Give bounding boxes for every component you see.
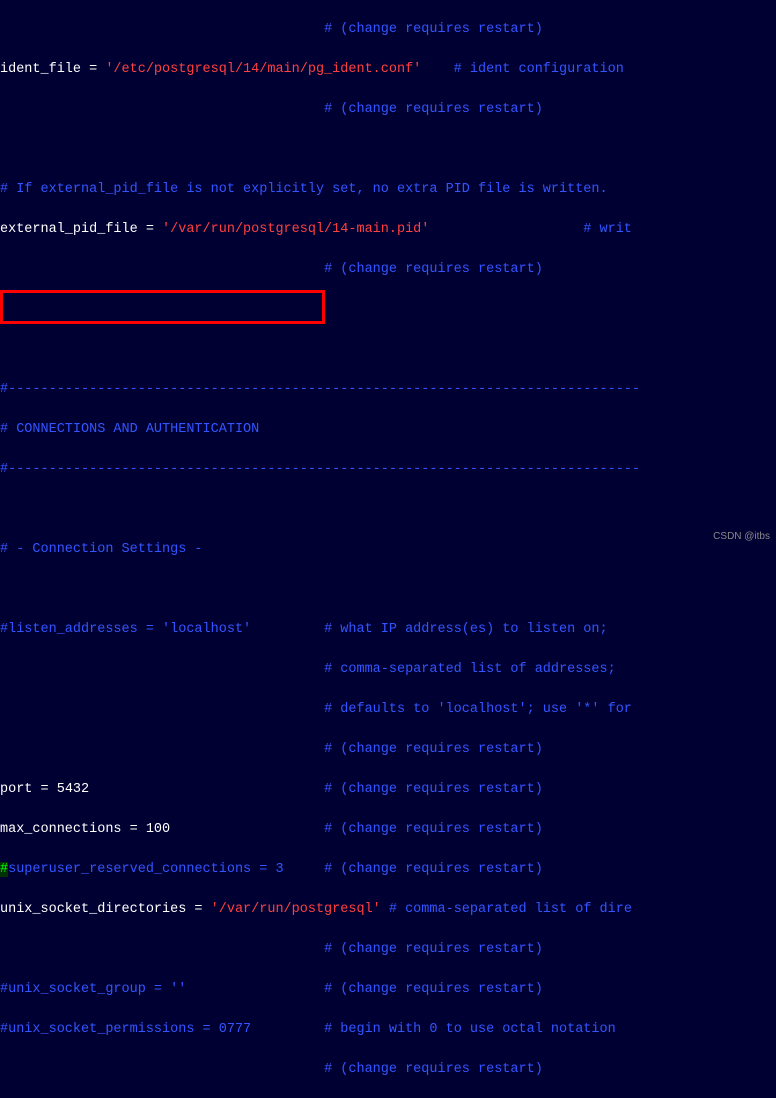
listen-addresses-line: #listen_addresses = 'localhost' # what I… bbox=[0, 620, 776, 640]
code-line: # CONNECTIONS AND AUTHENTICATION bbox=[0, 420, 776, 440]
code-line: # If external_pid_file is not explicitly… bbox=[0, 180, 776, 200]
comment-text: # (change requires restart) bbox=[324, 1062, 543, 1077]
code-line: # (change requires restart) bbox=[0, 100, 776, 120]
code-line: #---------------------------------------… bbox=[0, 380, 776, 400]
commented-value: 0777 bbox=[219, 1022, 251, 1037]
config-file-editor[interactable]: # (change requires restart) ident_file =… bbox=[0, 0, 776, 1098]
comment-text: # begin with 0 to use octal notation bbox=[251, 1022, 616, 1037]
comment-text bbox=[0, 702, 324, 717]
setting-value: '/var/run/postgresql/14-main.pid' bbox=[162, 222, 429, 237]
section-divider: #---------------------------------------… bbox=[0, 462, 640, 477]
comment-text bbox=[0, 662, 324, 677]
code-line: #superuser_reserved_connections = 3 # (c… bbox=[0, 860, 776, 880]
code-line: # (change requires restart) bbox=[0, 940, 776, 960]
code-line bbox=[0, 300, 776, 320]
comment-text: # (change requires restart) bbox=[186, 982, 542, 997]
setting-value: 100 bbox=[146, 822, 170, 837]
commented-setting: #listen_addresses = bbox=[0, 622, 162, 637]
commented-setting: #unix_socket_group = bbox=[0, 982, 170, 997]
code-line: # - Connection Settings - bbox=[0, 540, 776, 560]
comment-text bbox=[0, 1062, 324, 1077]
watermark-text: CSDN @itbs bbox=[713, 527, 770, 547]
comment-text bbox=[0, 102, 324, 117]
comment-text: # what IP address(es) to listen on; bbox=[251, 622, 607, 637]
code-line bbox=[0, 500, 776, 520]
comment-text bbox=[0, 262, 324, 277]
setting-key: max_connections = bbox=[0, 822, 146, 837]
comment-text: # comma-separated list of dire bbox=[381, 902, 632, 917]
subsection-header: # - Connection Settings - bbox=[0, 542, 203, 557]
code-line: # (change requires restart) bbox=[0, 260, 776, 280]
code-line: #---------------------------------------… bbox=[0, 460, 776, 480]
code-line bbox=[0, 140, 776, 160]
code-line: external_pid_file = '/var/run/postgresql… bbox=[0, 220, 776, 240]
hash-char: # bbox=[0, 862, 8, 877]
setting-value: '/var/run/postgresql' bbox=[211, 902, 381, 917]
code-line bbox=[0, 580, 776, 600]
commented-setting: #unix_socket_permissions = bbox=[0, 1022, 219, 1037]
comment-text bbox=[0, 22, 324, 37]
comment-text: # (change requires restart) bbox=[324, 262, 543, 277]
code-line: # (change requires restart) bbox=[0, 20, 776, 40]
code-line: unix_socket_directories = '/var/run/post… bbox=[0, 900, 776, 920]
code-line: max_connections = 100 # (change requires… bbox=[0, 820, 776, 840]
comment-text: # (change requires restart) bbox=[284, 862, 543, 877]
section-header: # CONNECTIONS AND AUTHENTICATION bbox=[0, 422, 259, 437]
code-line: port = 5432 # (change requires restart) bbox=[0, 780, 776, 800]
comment-text: # ident configuration bbox=[421, 62, 624, 77]
comment-text: # If external_pid_file is not explicitly… bbox=[0, 182, 608, 197]
code-line: # (change requires restart) bbox=[0, 1060, 776, 1080]
code-line: # (change requires restart) bbox=[0, 740, 776, 760]
commented-value: 'localhost' bbox=[162, 622, 251, 637]
comment-text: # (change requires restart) bbox=[324, 22, 543, 37]
code-line: #unix_socket_group = '' # (change requir… bbox=[0, 980, 776, 1000]
comment-text: # (change requires restart) bbox=[324, 942, 543, 957]
setting-value: '/etc/postgresql/14/main/pg_ident.conf' bbox=[105, 62, 421, 77]
comment-text: # (change requires restart) bbox=[89, 782, 543, 797]
comment-text: # (change requires restart) bbox=[324, 102, 543, 117]
setting-key: unix_socket_directories = bbox=[0, 902, 211, 917]
comment-text: # (change requires restart) bbox=[324, 742, 543, 757]
code-line: #unix_socket_permissions = 0777 # begin … bbox=[0, 1020, 776, 1040]
setting-key: port = bbox=[0, 782, 57, 797]
code-line: # comma-separated list of addresses; bbox=[0, 660, 776, 680]
comment-text bbox=[0, 742, 324, 757]
code-line bbox=[0, 340, 776, 360]
comment-text: # defaults to 'localhost'; use '*' for bbox=[324, 702, 632, 717]
section-divider: #---------------------------------------… bbox=[0, 382, 640, 397]
setting-value: 5432 bbox=[57, 782, 89, 797]
commented-setting: superuser_reserved_connections = 3 bbox=[8, 862, 283, 877]
setting-key: ident_file = bbox=[0, 62, 105, 77]
comment-text: # writ bbox=[429, 222, 632, 237]
comment-text bbox=[0, 942, 324, 957]
setting-key: external_pid_file = bbox=[0, 222, 162, 237]
commented-value: '' bbox=[170, 982, 186, 997]
code-line: # defaults to 'localhost'; use '*' for bbox=[0, 700, 776, 720]
code-line: ident_file = '/etc/postgresql/14/main/pg… bbox=[0, 60, 776, 80]
comment-text: # (change requires restart) bbox=[170, 822, 543, 837]
comment-text: # comma-separated list of addresses; bbox=[324, 662, 616, 677]
